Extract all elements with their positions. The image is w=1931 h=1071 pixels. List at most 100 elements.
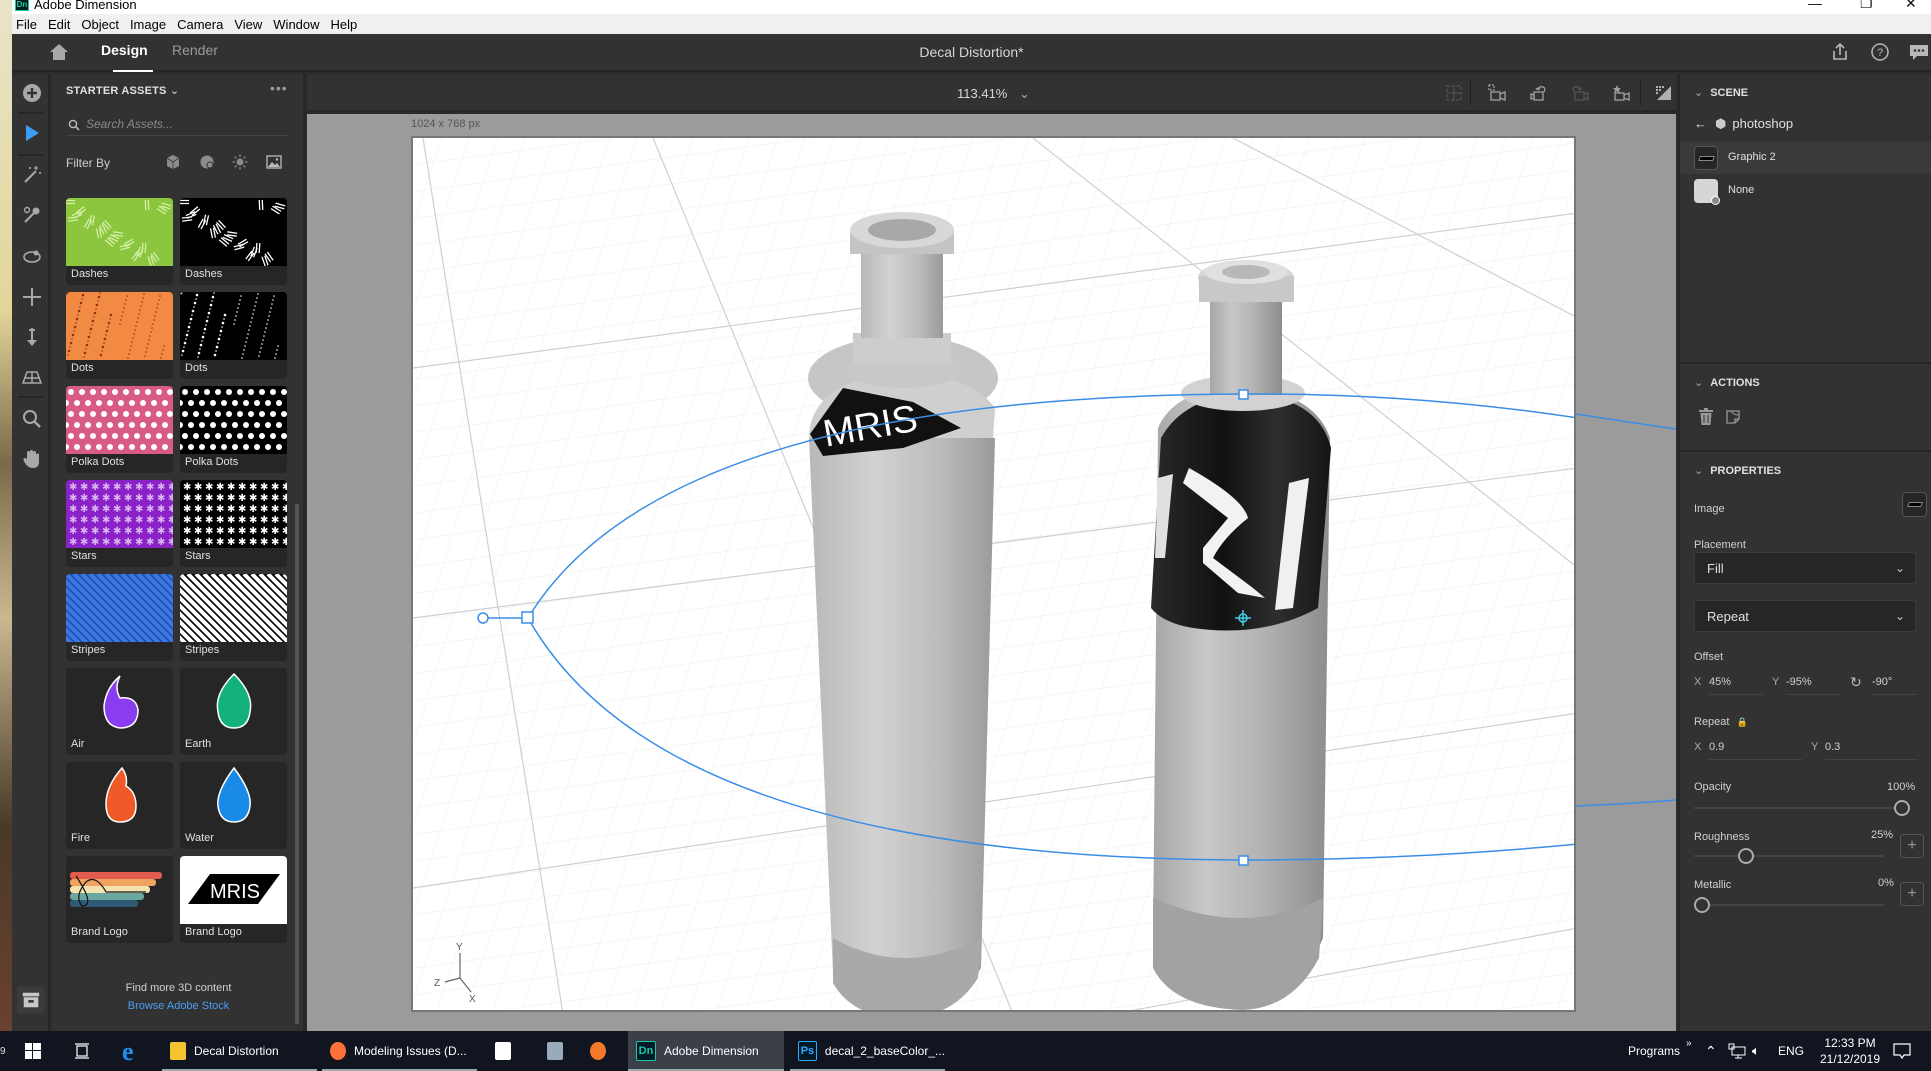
properties-section-header[interactable]: ⌄ PROPERTIES — [1694, 464, 1781, 477]
close-icon[interactable]: ✕ — [1905, 0, 1917, 12]
taskbar-item[interactable] — [537, 1031, 577, 1071]
restore-icon[interactable]: ❐ — [1860, 0, 1873, 12]
offset-x-field[interactable]: 45% — [1709, 676, 1731, 688]
scene-item-none[interactable]: None — [1680, 174, 1931, 206]
offset-y-field[interactable]: -95% — [1786, 676, 1812, 688]
eyedropper-icon[interactable] — [21, 204, 43, 226]
wrap-mode-select[interactable]: Repeat ⌄ — [1694, 600, 1916, 632]
asset-card[interactable]: Stripes — [66, 574, 173, 661]
hand-icon[interactable] — [21, 448, 43, 470]
menu-object[interactable]: Object — [81, 17, 119, 32]
taskbar-item[interactable]: Dn Adobe Dimension — [628, 1031, 784, 1071]
back-arrow-icon[interactable]: ← — [1694, 116, 1707, 131]
sticker-icon[interactable] — [1725, 409, 1741, 425]
magic-wand-icon[interactable] — [21, 164, 43, 186]
minimize-icon[interactable]: — — [1808, 0, 1822, 11]
zoom-icon[interactable] — [21, 408, 43, 430]
render-preview-icon[interactable] — [1653, 84, 1673, 102]
scene-section-header[interactable]: ⌄ SCENE — [1694, 86, 1748, 99]
task-view-icon[interactable] — [74, 1043, 90, 1059]
pan-move-icon[interactable] — [21, 286, 43, 308]
language-indicator[interactable]: ENG — [1778, 1031, 1804, 1071]
windows-start-icon[interactable] — [25, 1043, 41, 1059]
dolly-icon[interactable] — [21, 326, 43, 348]
metallic-slider-knob[interactable] — [1694, 897, 1710, 913]
library-box-icon[interactable] — [17, 986, 45, 1014]
actions-section-header[interactable]: ⌄ ACTIONS — [1694, 376, 1760, 389]
asset-card[interactable]: MRIS Brand Logo — [180, 856, 287, 943]
share-icon[interactable] — [1830, 42, 1850, 62]
asset-card[interactable]: Stripes — [180, 574, 287, 661]
rotation-field[interactable]: -90° — [1872, 676, 1892, 688]
zoom-level-dropdown[interactable]: 113.41% ⌄ — [957, 86, 1030, 102]
placement-select[interactable]: Fill ⌄ — [1694, 552, 1916, 584]
delete-icon[interactable] — [1698, 408, 1714, 426]
starter-assets-dropdown[interactable]: STARTER ASSETS ⌄ — [66, 84, 179, 97]
more-options-icon[interactable]: ••• — [270, 80, 288, 96]
network-icon[interactable] — [1728, 1043, 1746, 1059]
taskbar-item[interactable] — [580, 1031, 620, 1071]
undo-camera-icon[interactable] — [1529, 84, 1549, 102]
clock[interactable]: 12:33 PM 21/12/2019 — [1815, 1035, 1885, 1067]
taskbar-item[interactable]: Modeling Issues (D... — [322, 1031, 477, 1071]
action-center-icon[interactable] — [1893, 1042, 1911, 1060]
assets-scrollbar[interactable] — [295, 504, 299, 1024]
scene-item-graphic-2[interactable]: Graphic 2 — [1680, 142, 1931, 174]
asset-card[interactable]: Polka Dots — [180, 386, 287, 473]
roughness-slider-knob[interactable] — [1737, 848, 1754, 864]
asset-card[interactable]: Fire — [66, 762, 173, 849]
3d-viewport[interactable]: 1024 x 768 px MRIS Y Z X — [307, 114, 1676, 1031]
frame-camera-icon[interactable] — [1487, 84, 1507, 102]
scale-handle-left[interactable] — [521, 611, 534, 624]
redo-camera-icon[interactable] — [1570, 84, 1590, 102]
asset-card[interactable]: Air — [66, 668, 173, 755]
asset-card[interactable]: Dots — [66, 292, 173, 379]
frame-selection-icon[interactable] — [1444, 84, 1464, 102]
browse-adobe-stock-link[interactable]: Browse Adobe Stock — [52, 1000, 305, 1012]
repeat-y-field[interactable]: 0.3 — [1825, 741, 1840, 753]
asset-card[interactable]: ✱ ✱ ✱ ✱ ✱ ✱ ✱ ✱ ✱ ✱ ✱ ✱ ✱ ✱ ✱ ✱ ✱ ✱ ✱ ✱ ✱ ✱ ✱ ✱ ✱ ✱ ✱ ✱ ✱ ✱ ✱ ✱ ✱ ✱ ✱ ✱ ✱ ✱ ✱ ✱… — [180, 480, 287, 567]
asset-card[interactable]: Dots — [180, 292, 287, 379]
edge-browser-icon[interactable]: e — [122, 1037, 134, 1067]
roughness-slider[interactable] — [1694, 848, 1884, 864]
menu-image[interactable]: Image — [130, 17, 166, 32]
models-icon[interactable] — [165, 154, 181, 170]
rotation-handle[interactable] — [477, 612, 489, 624]
repeat-x-field[interactable]: 0.9 — [1709, 741, 1724, 753]
asset-card[interactable]: Brand Logo — [66, 856, 173, 943]
scene-breadcrumb[interactable]: ← ⬢ photoshop — [1694, 116, 1793, 132]
scale-handle-top[interactable] — [1238, 389, 1249, 400]
lock-icon[interactable]: 🔒 — [1737, 717, 1748, 727]
materials-icon[interactable] — [199, 154, 215, 170]
images-icon[interactable] — [266, 154, 282, 170]
taskbar-item[interactable]: Ps decal_2_baseColor_... — [790, 1031, 945, 1071]
asset-card[interactable]: Dashes — [66, 198, 173, 285]
scale-handle-bottom[interactable] — [1238, 855, 1249, 866]
asset-card[interactable]: ✱ ✱ ✱ ✱ ✱ ✱ ✱ ✱ ✱ ✱ ✱ ✱ ✱ ✱ ✱ ✱ ✱ ✱ ✱ ✱ ✱ ✱ ✱ ✱ ✱ ✱ ✱ ✱ ✱ ✱ ✱ ✱ ✱ ✱ ✱ ✱ ✱ ✱ ✱ ✱… — [66, 480, 173, 567]
menu-edit[interactable]: Edit — [48, 17, 70, 32]
bookmark-camera-icon[interactable] — [1611, 84, 1631, 102]
taskbar-item[interactable] — [485, 1031, 525, 1071]
taskbar-item[interactable]: Decal Distortion — [162, 1031, 317, 1071]
asset-card[interactable]: Water — [180, 762, 287, 849]
search-assets-input[interactable]: Search Assets... — [66, 114, 288, 136]
opacity-slider-knob[interactable] — [1894, 800, 1910, 816]
menu-window[interactable]: Window — [273, 17, 319, 32]
asset-card[interactable]: Earth — [180, 668, 287, 755]
menu-camera[interactable]: Camera — [177, 17, 223, 32]
metallic-add-texture-button[interactable]: + — [1900, 882, 1924, 906]
menu-file[interactable]: File — [16, 17, 37, 32]
programs-toolbar[interactable]: Programs » — [1628, 1031, 1692, 1071]
metallic-slider[interactable] — [1694, 897, 1884, 913]
lights-icon[interactable] — [232, 154, 248, 170]
image-picker-button[interactable] — [1902, 492, 1927, 517]
opacity-slider[interactable] — [1694, 800, 1910, 816]
feedback-icon[interactable] — [1909, 42, 1929, 62]
volume-icon[interactable]: 🔈︎ — [1752, 1031, 1760, 1071]
add-icon[interactable] — [21, 82, 43, 104]
render-canvas[interactable]: MRIS Y Z X — [411, 136, 1576, 1012]
select-icon[interactable] — [21, 122, 43, 144]
roughness-add-texture-button[interactable]: + — [1900, 834, 1924, 858]
show-hidden-icons[interactable]: ⌃ — [1705, 1031, 1717, 1071]
menu-help[interactable]: Help — [331, 17, 358, 32]
